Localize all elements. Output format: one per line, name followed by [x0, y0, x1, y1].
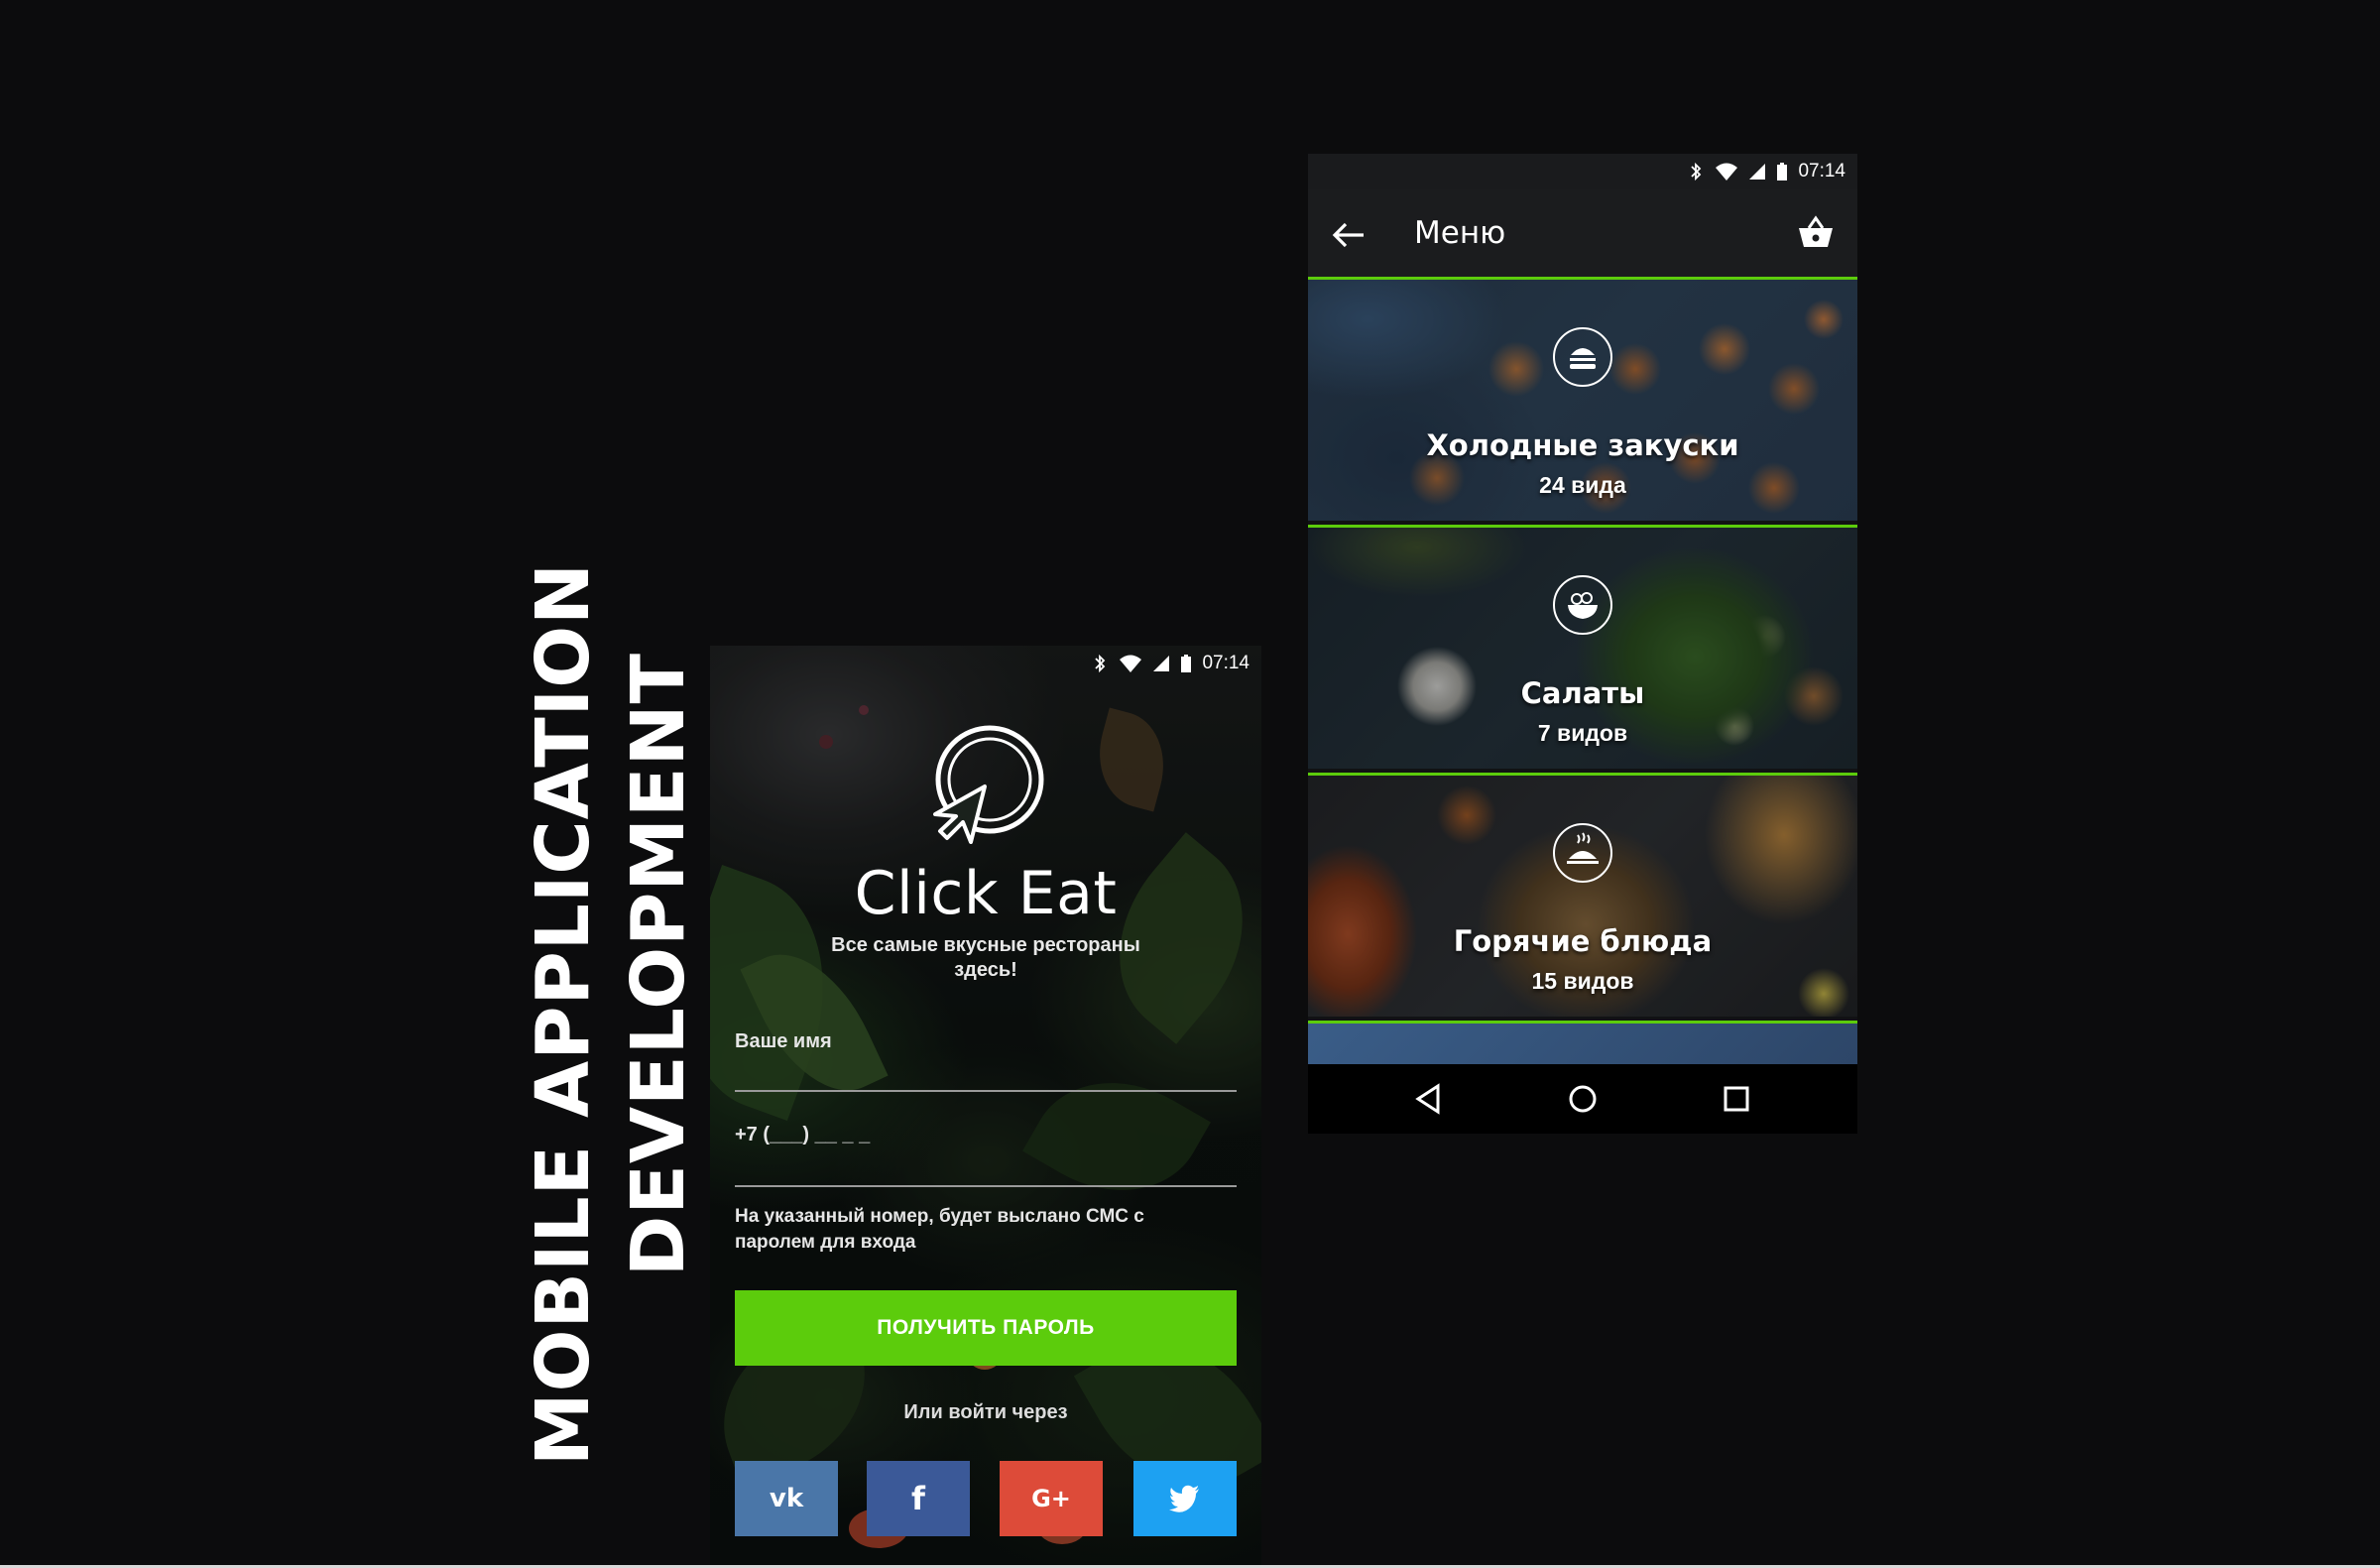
- signal-icon: [1749, 164, 1766, 180]
- back-arrow-icon[interactable]: [1332, 219, 1366, 251]
- status-time: 07:14: [1202, 653, 1250, 673]
- sms-note: На указанный номер, будет выслано СМС с …: [735, 1206, 1144, 1253]
- click-eat-logo-icon: [933, 725, 1044, 844]
- battery-icon: [1181, 655, 1192, 672]
- bluetooth-icon: [1095, 654, 1106, 673]
- category-count: 24 вида: [1539, 472, 1626, 498]
- menu-screen: 07:14 Меню Холодные закуски 24 вида Сала…: [1308, 154, 1857, 1134]
- name-field[interactable]: Ваше имя: [735, 1030, 1237, 1092]
- headline-line-1: MOBILE APPLICATION: [521, 561, 606, 1466]
- vk-login-button[interactable]: vk: [735, 1461, 838, 1536]
- category-image: [1308, 1024, 1857, 1064]
- phone-field[interactable]: +7 (___) __ _ _: [735, 1124, 1237, 1187]
- category-card-salads[interactable]: Салаты 7 видов: [1308, 525, 1857, 769]
- vk-icon: vk: [769, 1484, 804, 1513]
- bluetooth-icon: [1691, 162, 1702, 181]
- category-name: Салаты: [1520, 676, 1645, 710]
- nav-recents-icon[interactable]: [1720, 1082, 1753, 1116]
- status-bar: 07:14: [1308, 154, 1857, 189]
- phone-field-underline: [735, 1185, 1237, 1187]
- nav-back-icon[interactable]: [1412, 1082, 1446, 1116]
- google-plus-icon: G+: [1031, 1485, 1071, 1512]
- category-name: Горячие блюда: [1453, 924, 1713, 958]
- name-field-underline: [735, 1090, 1237, 1092]
- status-time: 07:14: [1798, 161, 1845, 181]
- status-bar: 07:14: [710, 646, 1261, 681]
- get-password-button[interactable]: ПОЛУЧИТЬ ПАРОЛЬ: [735, 1290, 1237, 1366]
- tagline: Все самые вкусные рестораны здесь!: [831, 934, 1140, 981]
- wifi-icon: [1120, 655, 1142, 672]
- twitter-icon: [1169, 1485, 1199, 1512]
- facebook-icon: f: [911, 1480, 925, 1517]
- page-title: Меню: [1414, 215, 1506, 251]
- category-count: 7 видов: [1537, 720, 1628, 746]
- salad-bowl-icon: [1553, 575, 1612, 635]
- app-bar: Меню: [1308, 189, 1857, 281]
- android-nav-bar: [1308, 1064, 1857, 1134]
- name-field-label: Ваше имя: [735, 1030, 832, 1052]
- burger-icon: [1553, 327, 1612, 387]
- facebook-login-button[interactable]: f: [867, 1461, 970, 1536]
- hot-dish-icon: [1553, 823, 1612, 883]
- category-count: 15 видов: [1531, 968, 1634, 994]
- app-title: Click Eat: [854, 859, 1118, 928]
- nav-home-icon[interactable]: [1566, 1082, 1600, 1116]
- headline-line-2: DEVELOPMENT: [616, 653, 701, 1277]
- category-card-cold-snacks[interactable]: Холодные закуски 24 вида: [1308, 277, 1857, 521]
- battery-icon: [1777, 163, 1788, 181]
- wifi-icon: [1716, 163, 1738, 181]
- headline: MOBILE APPLICATION DEVELOPMENT: [516, 561, 704, 1466]
- basket-icon[interactable]: [1796, 213, 1836, 253]
- category-card-hot-dishes[interactable]: Горячие блюда 15 видов: [1308, 773, 1857, 1017]
- or-login-via-label: Или войти через: [903, 1401, 1068, 1423]
- twitter-login-button[interactable]: [1133, 1461, 1237, 1536]
- phone-field-placeholder: +7 (___) __ _ _: [735, 1124, 871, 1146]
- signal-icon: [1153, 656, 1170, 671]
- category-card-partial[interactable]: [1308, 1021, 1857, 1064]
- google-plus-login-button[interactable]: G+: [1000, 1461, 1103, 1536]
- category-name: Холодные закуски: [1426, 428, 1739, 462]
- login-screen: 07:14 Click Eat Все самые вкусные рестор…: [710, 646, 1261, 1568]
